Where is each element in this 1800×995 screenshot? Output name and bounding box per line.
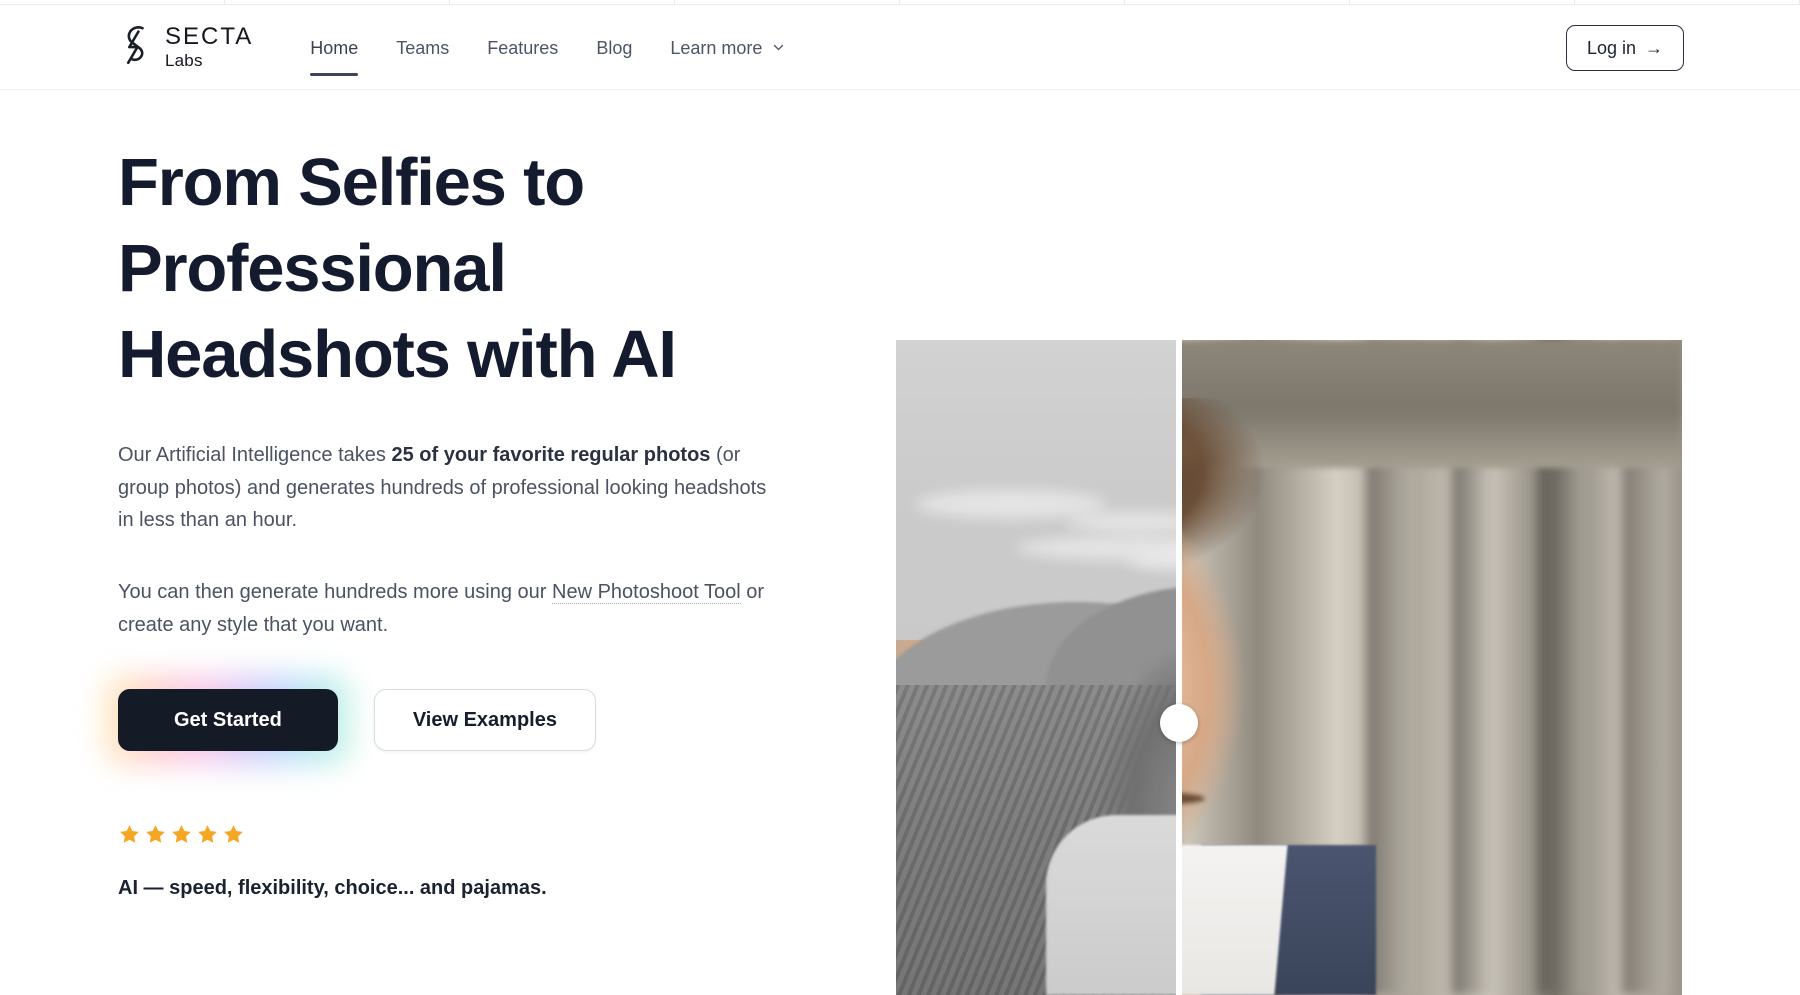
brand-name: SECTA [165,23,254,50]
page-title: From Selfies to Professional Headshots w… [118,145,677,392]
site-header: SECTA Labs Home Teams Features Blog Lear… [0,7,1800,90]
cloud [916,490,1106,518]
star-filled-icon [196,823,219,846]
secta-bolt-logo-icon [118,25,156,69]
paragraph-2-prefix: You can then generate hundreds more usin… [118,581,553,604]
brand-logo[interactable]: SECTA Labs [118,25,253,69]
nav-item-teams[interactable]: Teams [377,7,468,90]
login-label: Log in [1586,37,1636,58]
browser-tab[interactable] [0,0,225,5]
cta-button-row: Get Started View Examples [104,675,818,766]
nav-item-home[interactable]: Home [291,7,377,90]
star-filled-icon [170,823,193,846]
hero-paragraph-1: Our Artificial Intelligence takes 25 of … [118,439,778,536]
compare-slider-handle-icon[interactable] [1160,704,1198,742]
view-examples-button[interactable]: View Examples [373,689,596,752]
get-started-wrapper: Get Started [104,675,352,766]
hero-paragraph-2: You can then generate hundreds more usin… [118,576,778,641]
browser-tab[interactable] [675,0,900,5]
arrow-right-icon: → [1645,37,1663,58]
chevron-down-icon [772,41,784,53]
before-photo-canvas [896,340,1176,995]
nav-label: Home [310,37,359,58]
hero-text-column: From Selfies to Professional Headshots w… [104,140,818,900]
hero-section: From Selfies to Professional Headshots w… [0,90,1800,995]
testimonial-text: AI — speed, flexibility, choice... and p… [118,877,547,900]
nav-item-learn-more[interactable]: Learn more [651,7,803,90]
before-selfie-image [896,340,1176,995]
browser-tab[interactable] [1575,0,1800,5]
star-filled-icon [144,823,167,846]
paragraph-1-emphasis: 25 of your favorite regular photos [391,444,711,467]
star-rating [118,823,818,846]
browser-tab[interactable] [900,0,1125,5]
nav-item-features[interactable]: Features [468,7,577,90]
get-started-button[interactable]: Get Started [118,689,338,752]
new-photoshoot-tool-link[interactable]: New Photoshoot Tool [552,581,741,605]
browser-tab[interactable] [225,0,450,5]
paragraph-1-prefix: Our Artificial Intelligence takes [118,444,392,467]
primary-navigation: Home Teams Features Blog Learn more [291,7,803,90]
comparison-divider-line [1176,340,1182,995]
nav-label: Learn more [670,37,763,58]
nav-item-blog[interactable]: Blog [577,7,651,90]
login-button[interactable]: Log in → [1565,25,1684,71]
nav-label: Teams [396,37,450,58]
browser-tab-strip [0,0,1800,7]
browser-tab[interactable] [1350,0,1575,5]
brand-subtitle: Labs [165,51,203,70]
browser-tab[interactable] [450,0,675,5]
before-after-comparison[interactable] [896,340,1682,995]
nav-label: Features [487,37,559,58]
nav-label: Blog [596,37,633,58]
selfie-subject-shoulder [1046,815,1176,995]
star-filled-icon [118,823,141,846]
browser-tab[interactable] [1125,0,1350,5]
star-filled-icon [222,823,245,846]
